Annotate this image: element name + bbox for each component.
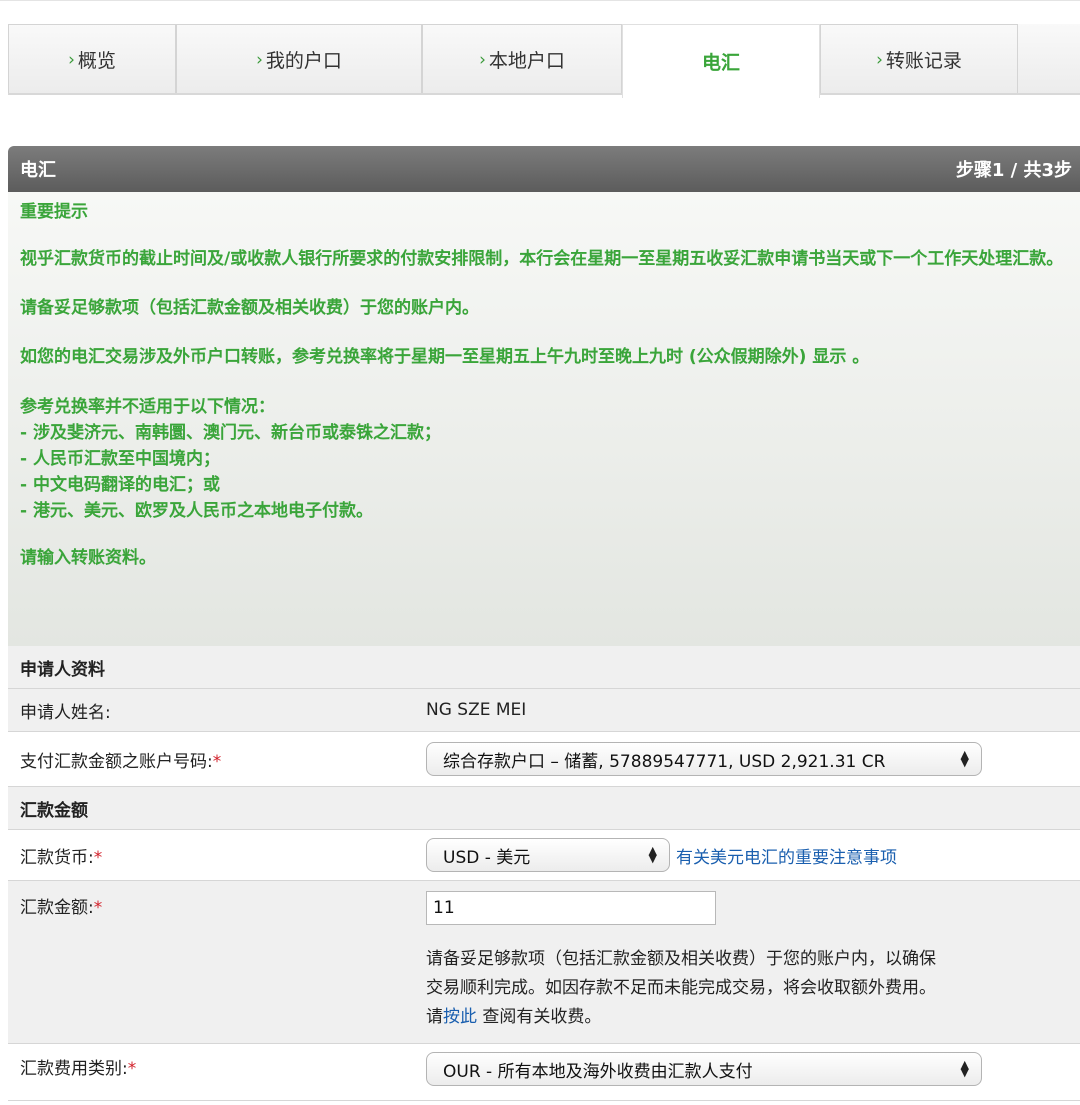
debit-account-value-wrap: 综合存款户口 – 储蓄, 57889547771, USD 2,921.31 C…: [414, 742, 1080, 776]
select-arrows-icon: ▲ ▼: [648, 844, 657, 865]
currency-label-wrap: 汇款货币:*: [8, 843, 414, 868]
tab-bar: › 概览 › 我的户口 › 本地户口 电汇 › 转账记录: [8, 24, 1080, 98]
currency-selected: USD - 美元: [443, 847, 531, 868]
top-rule: [0, 0, 1080, 1]
tab-baseline: [8, 93, 1080, 95]
applicant-name-row: 申请人姓名: NG SZE MEI: [8, 689, 1080, 731]
notice-enter-details-text: 请输入转账资料。: [20, 548, 156, 568]
section-header: 电汇 步骤1 / 共3步: [8, 146, 1080, 192]
amount-note-line: 请备妥足够款项（包括汇款金额及相关收费）于您的账户内，以确保: [426, 949, 936, 969]
amount-row: 汇款金额:* 请备妥足够款项（包括汇款金额及相关收费）于您的账户内，以确保 交易…: [8, 881, 1080, 1043]
tab-label: 我的户口: [265, 50, 342, 72]
select-arrows-icon: ▲ ▼: [960, 1058, 969, 1079]
notice-exceptions: 参考兑换率并不适用于以下情况： - 涉及斐济元、南韩圜、澳门元、新台币或泰铢之汇…: [20, 394, 1068, 524]
tab-overview[interactable]: › 概览: [8, 24, 176, 94]
fee-type-label-wrap: 汇款费用类别:*: [8, 1044, 414, 1100]
tab-local-accounts[interactable]: › 本地户口: [422, 24, 622, 94]
select-arrows-icon: ▲ ▼: [960, 748, 969, 769]
applicant-name-value: NG SZE MEI: [426, 700, 527, 720]
applicant-section-title-row: 申请人资料: [8, 646, 1080, 688]
chevron-right-icon: ›: [256, 49, 263, 70]
section-title: 电汇: [20, 160, 56, 181]
fee-type-selected: OUR - 所有本地及海外收费由汇款人支付: [443, 1061, 753, 1082]
exception-item: - 人民币汇款至中国境内；: [20, 449, 220, 469]
required-marker: *: [212, 751, 222, 772]
amount-value-wrap: 请备妥足够款项（包括汇款金额及相关收费）于您的账户内，以确保 交易顺利完成。如因…: [414, 881, 1080, 1043]
exceptions-title: 参考兑换率并不适用于以下情况：: [20, 397, 275, 417]
step-indicator: 步骤1 / 共3步: [955, 160, 1072, 181]
debit-account-selected: 综合存款户口 – 储蓄, 57889547771, USD 2,921.31 C…: [443, 751, 886, 772]
debit-account-label-wrap: 支付汇款金额之账户号码:*: [8, 747, 414, 772]
fee-type-label: 汇款费用类别:: [20, 1059, 128, 1079]
fees-click-here-link[interactable]: 按此: [443, 1007, 477, 1027]
exception-item: - 港元、美元、欧罗及人民币之本地电子付款。: [20, 501, 373, 521]
divider: [8, 1100, 1080, 1101]
debit-account-label: 支付汇款金额之账户号码:: [20, 751, 213, 772]
amount-note-line: 请按此 查阅有关收费。: [426, 1003, 1080, 1032]
debit-account-select[interactable]: 综合存款户口 – 储蓄, 57889547771, USD 2,921.31 C…: [426, 742, 982, 776]
amount-input[interactable]: [426, 891, 716, 925]
notice-exchange-rate-text: 如您的电汇交易涉及外币户口转账，参考兑换率将于星期一至星期五上午九时至晚上九时 …: [20, 347, 870, 367]
currency-row: 汇款货币:* USD - 美元 ▲ ▼ 有关美元电汇的重要注意事项: [8, 830, 1080, 880]
amount-label-wrap: 汇款金额:*: [8, 881, 414, 1043]
chevron-right-icon: ›: [479, 49, 486, 70]
tab-bar-filler: [1018, 24, 1080, 94]
tab-label: 电汇: [701, 52, 740, 74]
debit-account-row: 支付汇款金额之账户号码:* 综合存款户口 – 储蓄, 57889547771, …: [8, 732, 1080, 786]
usd-remittance-notes-link[interactable]: 有关美元电汇的重要注意事项: [676, 843, 897, 868]
important-notice: 重要提示 视乎汇款货币的截止时间及/或收款人银行所要求的付款安排限制，本行会在星…: [8, 192, 1080, 646]
tab-telegraphic-transfer[interactable]: 电汇: [622, 24, 820, 98]
fee-type-select[interactable]: OUR - 所有本地及海外收费由汇款人支付 ▲ ▼: [426, 1052, 982, 1086]
fee-type-row: 汇款费用类别:* OUR - 所有本地及海外收费由汇款人支付 ▲ ▼: [8, 1044, 1080, 1100]
amount-section-title-row: 汇款金额: [8, 787, 1080, 829]
notice-funds-text: 请备妥足够款项（包括汇款金额及相关收费）于您的账户内。: [20, 298, 479, 318]
chevron-right-icon: ›: [876, 49, 883, 70]
required-marker: *: [127, 1059, 137, 1079]
tab-transfer-history[interactable]: › 转账记录: [820, 24, 1018, 94]
applicant-section-title: 申请人资料: [20, 659, 105, 680]
amount-label: 汇款金额:: [20, 898, 94, 918]
currency-value-wrap: USD - 美元 ▲ ▼ 有关美元电汇的重要注意事项: [414, 838, 1080, 872]
exception-item: - 涉及斐济元、南韩圜、澳门元、新台币或泰铢之汇款；: [20, 423, 441, 443]
notice-heading: 重要提示: [20, 202, 88, 222]
amount-note-line: 交易顺利完成。如因存款不足而未能完成交易，将会收取额外费用。: [426, 978, 936, 998]
chevron-right-icon: ›: [68, 49, 75, 70]
tab-label: 本地户口: [488, 50, 565, 72]
applicant-name-label: 申请人姓名:: [20, 702, 111, 723]
note-suffix: 查阅有关收费。: [477, 1007, 602, 1027]
required-marker: *: [93, 898, 103, 918]
tab-my-accounts[interactable]: › 我的户口: [176, 24, 422, 94]
tab-label: 概览: [77, 50, 116, 72]
fee-type-value-wrap: OUR - 所有本地及海外收费由汇款人支付 ▲ ▼: [414, 1044, 1080, 1100]
note-prefix: 请: [426, 1007, 443, 1027]
exception-item: - 中文电码翻译的电汇；或: [20, 475, 220, 495]
currency-label: 汇款货币:: [20, 847, 94, 868]
notice-cutoff-text: 视乎汇款货币的截止时间及/或收款人银行所要求的付款安排限制，本行会在星期一至星期…: [20, 249, 1064, 269]
currency-select[interactable]: USD - 美元 ▲ ▼: [426, 838, 670, 872]
amount-section-title: 汇款金额: [20, 800, 88, 821]
amount-note: 请备妥足够款项（包括汇款金额及相关收费）于您的账户内，以确保 交易顺利完成。如因…: [426, 945, 1080, 1032]
tab-label: 转账记录: [885, 50, 962, 72]
required-marker: *: [93, 847, 103, 868]
